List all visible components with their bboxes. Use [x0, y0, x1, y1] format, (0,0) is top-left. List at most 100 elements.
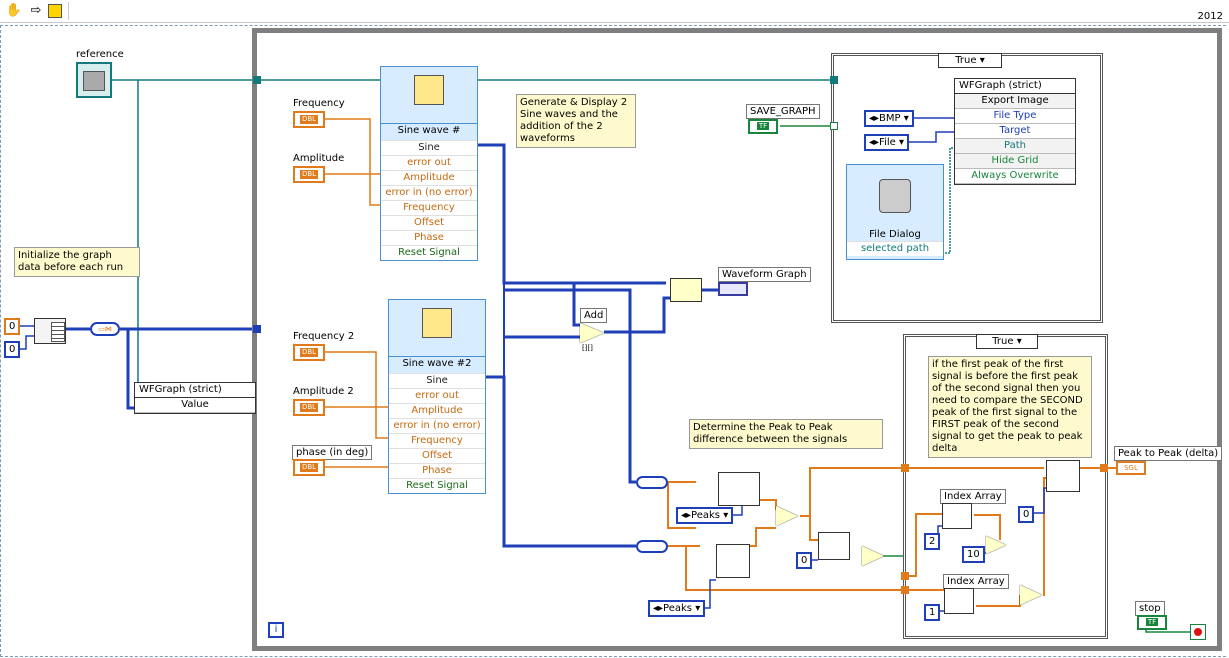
case-selector-label: True	[955, 55, 977, 66]
get-waveform-components-2[interactable]	[636, 540, 668, 553]
file-dialog-vi[interactable]: File Dialog selected path	[846, 164, 944, 260]
const-two[interactable]: 2	[924, 533, 941, 550]
dbl-tag: DBL	[299, 170, 319, 179]
add-node[interactable]	[580, 323, 604, 343]
value-property-row: Value	[135, 398, 255, 413]
sine-wave-2-vi[interactable]: Sine wave #2 Sine error out Amplitude er…	[388, 299, 486, 494]
sine1-row-frequency[interactable]: Frequency	[381, 200, 477, 215]
sine-wave-icon	[414, 75, 444, 105]
sine1-row-error-out[interactable]: error out	[381, 155, 477, 170]
waveform-graph-terminal[interactable]	[718, 282, 748, 296]
sine-wave-icon	[422, 308, 452, 338]
frequency2-terminal[interactable]: DBL	[293, 344, 325, 361]
index-array-2-node[interactable]	[944, 588, 974, 614]
sine2-row-offset[interactable]: Offset	[389, 448, 485, 463]
peaks-enum-2[interactable]: ◂▸Peaks ▾	[648, 600, 706, 617]
multiply-node[interactable]	[986, 536, 1006, 554]
sine2-row-phase[interactable]: Phase	[389, 463, 485, 478]
sine-wave-1-vi[interactable]: Sine wave # Sine error out Amplitude err…	[380, 66, 478, 261]
less-than-zero-node[interactable]	[862, 546, 884, 566]
peaks-enum-1[interactable]: ◂▸Peaks ▾	[676, 507, 734, 524]
sine2-row-error-out[interactable]: error out	[389, 388, 485, 403]
const-zero-index[interactable]: 0	[796, 552, 813, 569]
enum-text: File	[879, 137, 896, 148]
get-waveform-components-1[interactable]	[636, 476, 668, 489]
case-selector-save[interactable]: True ▾	[938, 53, 1002, 68]
index-array-2-label: Index Array	[943, 574, 1009, 589]
sine1-row-error-in[interactable]: error in (no error)	[381, 185, 477, 200]
case-tunnel-ref	[830, 76, 838, 84]
const-zero-build[interactable]: 0	[1018, 506, 1035, 523]
build-array-peak[interactable]	[1046, 460, 1080, 492]
dbl-tag: DBL	[299, 348, 319, 357]
sgl-tag: SGL	[1124, 464, 1138, 472]
reference-label: reference	[76, 49, 124, 60]
reference-tunnel	[253, 76, 261, 84]
const-one[interactable]: 1	[924, 604, 941, 621]
iteration-terminal: i	[268, 622, 284, 638]
tf-tag: TF	[1145, 618, 1159, 626]
dbl-tag: DBL	[299, 115, 319, 124]
const-zero-int[interactable]: 0	[4, 341, 21, 358]
amplitude-terminal[interactable]: DBL	[293, 166, 325, 183]
export-row-overwrite[interactable]: Always Overwrite	[955, 169, 1075, 184]
index-array-node-a[interactable]	[818, 532, 850, 560]
loop-condition-stop[interactable]	[1190, 624, 1206, 640]
sine1-row-reset[interactable]: Reset Signal	[381, 245, 477, 260]
initialize-array-node[interactable]	[34, 318, 66, 344]
export-row-hide-grid[interactable]: Hide Grid	[955, 154, 1075, 169]
save-graph-terminal[interactable]: TF	[748, 119, 778, 134]
file-dialog-icon	[879, 179, 911, 213]
const-zero-dbl[interactable]: 0	[4, 318, 21, 335]
sine2-row-reset[interactable]: Reset Signal	[389, 478, 485, 493]
stop-terminal[interactable]: TF	[1137, 615, 1167, 630]
case2-tunnel-1	[901, 464, 909, 472]
build-waveform-node[interactable]: ▭⋈	[90, 322, 120, 336]
sine-wave-2-title: Sine wave #2	[402, 358, 472, 369]
const-ten[interactable]: 10	[962, 546, 985, 563]
value-property-node[interactable]: WFGraph (strict) Value	[134, 382, 256, 414]
sine1-row-sine[interactable]: Sine	[381, 140, 477, 155]
amplitude2-terminal[interactable]: DBL	[293, 399, 325, 416]
array-icon	[51, 322, 65, 342]
peak-detector-1[interactable]	[718, 472, 760, 506]
subtract-node-1[interactable]	[776, 506, 798, 526]
amplitude2-label: Amplitude 2	[293, 386, 354, 397]
stop-icon	[1194, 628, 1202, 636]
enum-text: Peaks	[691, 510, 721, 521]
build-array-node[interactable]	[670, 278, 702, 302]
sine2-row-sine[interactable]: Sine	[389, 373, 485, 388]
sine2-row-frequency[interactable]: Frequency	[389, 433, 485, 448]
export-image-node[interactable]: WFGraph (strict) Export Image File Type …	[954, 78, 1076, 185]
camera-icon	[83, 71, 105, 91]
enum-text: Peaks	[663, 603, 693, 614]
peak-to-peak-terminal[interactable]: SGL	[1116, 461, 1146, 475]
export-row-target[interactable]: Target	[955, 124, 1075, 139]
frequency-terminal[interactable]: DBL	[293, 111, 325, 128]
reference-terminal[interactable]	[76, 62, 112, 98]
file-type-enum[interactable]: ◂▸BMP ▾	[864, 110, 914, 127]
peak-detector-2[interactable]	[716, 544, 750, 578]
note-generate: Generate & Display 2 Sine waves and the …	[516, 94, 636, 148]
frequency-label: Frequency	[293, 98, 345, 109]
phase-terminal[interactable]: DBL	[293, 459, 325, 476]
sine1-row-offset[interactable]: Offset	[381, 215, 477, 230]
sine1-row-amplitude[interactable]: Amplitude	[381, 170, 477, 185]
case-selector-peak[interactable]: True ▾	[976, 334, 1038, 349]
index-array-1-node[interactable]	[942, 503, 972, 529]
file-dialog-title: File Dialog	[869, 229, 921, 240]
sine1-row-phase[interactable]: Phase	[381, 230, 477, 245]
subtract-node-2[interactable]	[1020, 585, 1042, 605]
export-node-method: Export Image	[955, 94, 1075, 109]
sine2-row-error-in[interactable]: error in (no error)	[389, 418, 485, 433]
file-dialog-selected-path[interactable]: selected path	[847, 241, 943, 256]
export-row-file-type[interactable]: File Type	[955, 109, 1075, 124]
sine2-row-amplitude[interactable]: Amplitude	[389, 403, 485, 418]
save-graph-label: SAVE_GRAPH	[746, 104, 820, 119]
export-row-path[interactable]: Path	[955, 139, 1075, 154]
sine-wave-2-header	[389, 300, 485, 357]
stop-label: stop	[1135, 601, 1165, 616]
tf-tag: TF	[756, 122, 770, 130]
target-enum[interactable]: ◂▸File ▾	[864, 134, 909, 151]
dbl-tag: DBL	[299, 403, 319, 412]
